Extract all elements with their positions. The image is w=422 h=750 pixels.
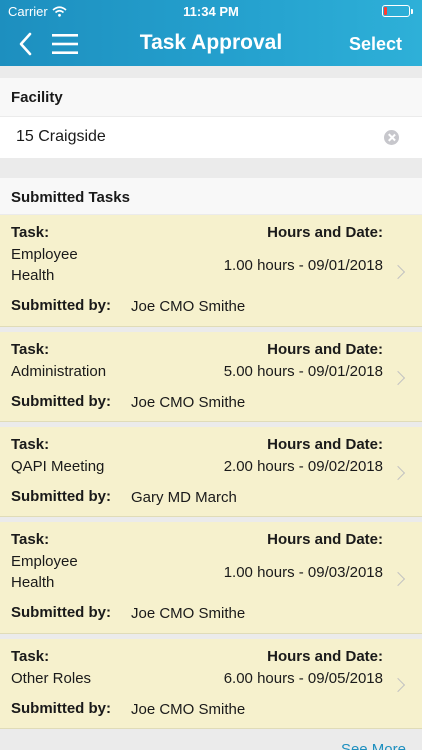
status-bar: Carrier 11:34 PM <box>0 0 422 22</box>
hours-date-value: 5.00 hours - 09/01/2018 <box>223 363 383 380</box>
submitter-name: Joe CMO Smithe <box>131 298 246 315</box>
app-header: Carrier 11:34 PM Task Approval Select <box>0 0 422 66</box>
hours-date-label: Hours and Date: <box>267 648 383 665</box>
task-card[interactable]: Task: Hours and Date: Administration 5.0… <box>0 332 422 422</box>
task-card[interactable]: Task: Hours and Date: Employee Health 1.… <box>0 522 422 634</box>
task-card[interactable]: Task: Hours and Date: Employee Health 1.… <box>0 215 422 327</box>
submitter-name: Joe CMO Smithe <box>131 605 246 622</box>
hours-date-value: 2.00 hours - 09/02/2018 <box>223 458 383 475</box>
task-name: QAPI Meeting <box>11 458 105 475</box>
submitter-name: Joe CMO Smithe <box>131 701 246 718</box>
task-name: Administration <box>11 363 107 380</box>
submitted-by-label: Submitted by: <box>11 604 111 621</box>
chevron-right-icon <box>390 465 406 481</box>
task-label: Task: <box>11 531 50 548</box>
hours-date-label: Hours and Date: <box>267 436 383 453</box>
submitted-by-label: Submitted by: <box>11 488 111 505</box>
task-name-line1: Employee <box>11 553 78 570</box>
hours-date-value: 6.00 hours - 09/05/2018 <box>223 670 383 687</box>
chevron-right-icon <box>390 370 406 386</box>
hours-date-label: Hours and Date: <box>267 341 383 358</box>
submitted-by-label: Submitted by: <box>11 297 111 314</box>
chevron-right-icon <box>390 571 406 587</box>
task-label: Task: <box>11 224 50 241</box>
chevron-right-icon <box>390 264 406 280</box>
facility-label: Facility <box>0 78 422 116</box>
facility-field[interactable]: 15 Craigside <box>0 117 422 158</box>
nav-bar: Task Approval Select <box>0 22 422 66</box>
facility-value: 15 Craigside <box>16 128 106 145</box>
clear-icon[interactable] <box>384 130 399 145</box>
task-name-line2: Health <box>11 574 55 591</box>
submitter-name: Joe CMO Smithe <box>131 394 246 411</box>
see-more-link[interactable]: See More <box>341 741 406 750</box>
task-label: Task: <box>11 436 50 453</box>
task-name: Employee Health <box>11 244 121 286</box>
task-name-line1: Employee <box>11 246 78 263</box>
task-name: Employee Health <box>11 551 121 593</box>
hours-date-value: 1.00 hours - 09/01/2018 <box>223 257 383 274</box>
battery-fill <box>384 7 387 15</box>
task-label: Task: <box>11 648 50 665</box>
submitter-name: Gary MD March <box>131 489 237 506</box>
task-card[interactable]: Task: Hours and Date: Other Roles 6.00 h… <box>0 639 422 729</box>
chevron-right-icon <box>390 677 406 693</box>
hours-date-label: Hours and Date: <box>267 224 383 241</box>
select-button[interactable]: Select <box>349 34 402 55</box>
task-name-line2: Health <box>11 267 55 284</box>
submitted-by-label: Submitted by: <box>11 393 111 410</box>
submitted-by-label: Submitted by: <box>11 700 111 717</box>
status-time: 11:34 PM <box>183 4 239 19</box>
hours-date-label: Hours and Date: <box>267 531 383 548</box>
battery-icon <box>382 5 413 17</box>
hours-date-value: 1.00 hours - 09/03/2018 <box>223 564 383 581</box>
submitted-tasks-label: Submitted Tasks <box>0 178 422 214</box>
task-name: Other Roles <box>11 670 92 687</box>
task-card[interactable]: Task: Hours and Date: QAPI Meeting 2.00 … <box>0 427 422 517</box>
task-label: Task: <box>11 341 50 358</box>
